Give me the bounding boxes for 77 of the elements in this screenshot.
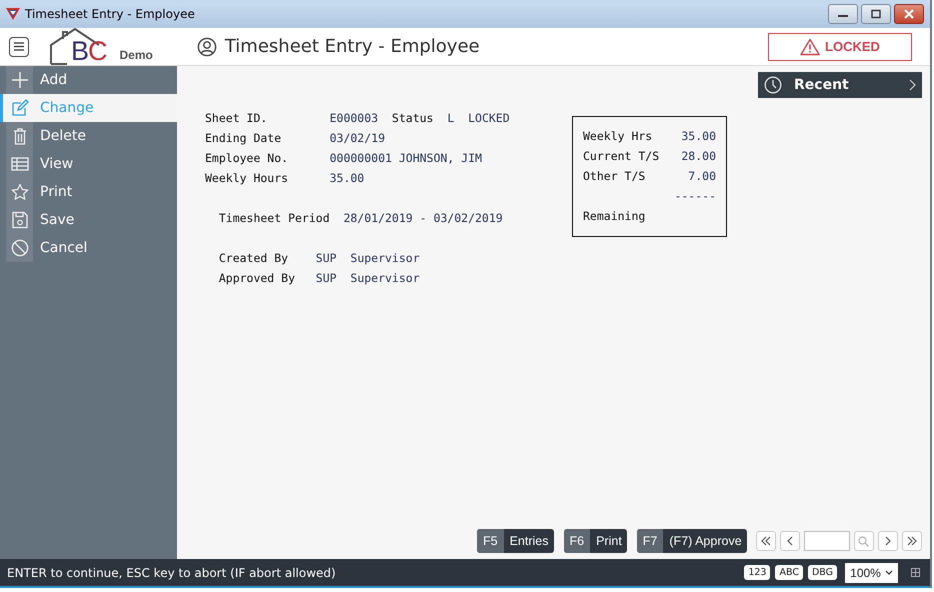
- summary-value: ------: [674, 189, 716, 203]
- sidebar-item[interactable]: Save: [3, 206, 177, 234]
- edit-icon: [10, 99, 28, 117]
- close-button[interactable]: [894, 4, 924, 24]
- mode-toggle[interactable]: ABC: [775, 565, 803, 580]
- user-icon: [196, 36, 217, 56]
- chevron-left-icon: [786, 536, 794, 546]
- sidebar-item[interactable]: Delete: [3, 122, 177, 150]
- summary-label: Other T/S: [583, 169, 646, 183]
- grid-icon[interactable]: [911, 568, 920, 577]
- summary-label: Current T/S: [583, 149, 660, 163]
- maximize-icon: [870, 9, 882, 19]
- window-title: Timesheet Entry - Employee: [25, 7, 195, 21]
- chevron-right-icon: [884, 536, 892, 546]
- logo-caption: Demo: [120, 48, 153, 62]
- summary-value: 7.00: [688, 169, 716, 183]
- zoom-dropdown[interactable]: 100%: [845, 562, 898, 582]
- star-icon: [10, 183, 28, 201]
- field-value: L: [447, 111, 454, 125]
- summary-label: Remaining: [583, 209, 646, 223]
- previous-page-button[interactable]: [780, 531, 800, 551]
- field-value: 35.00: [330, 171, 364, 185]
- field-value: Supervisor: [350, 271, 420, 285]
- next-page-button[interactable]: [878, 531, 898, 551]
- sidebar-item[interactable]: Print: [3, 178, 177, 206]
- chevron-down-icon: [884, 570, 893, 576]
- sidebar-item[interactable]: View: [3, 150, 177, 178]
- summary-label: Weekly Hrs: [583, 129, 652, 143]
- field-value: E000003: [330, 111, 378, 125]
- summary-value: 35.00: [681, 129, 716, 143]
- mode-toggle[interactable]: DBG: [808, 565, 837, 580]
- app-logo-icon: [6, 7, 20, 21]
- minimize-button[interactable]: [828, 4, 858, 24]
- field-label: Employee No.: [205, 151, 290, 165]
- page-title: Timesheet Entry - Employee: [224, 36, 480, 57]
- mode-toggle[interactable]: 123: [744, 565, 770, 580]
- status-badge: LOCKED: [768, 32, 912, 60]
- table-icon: [10, 155, 28, 173]
- field-value: 000000001 JOHNSON, JIM: [330, 151, 482, 165]
- double-chevron-right-icon: [906, 536, 917, 546]
- maximize-button[interactable]: [861, 4, 891, 24]
- summary-value: 28.00: [681, 149, 716, 163]
- sidebar-item[interactable]: Cancel: [3, 234, 177, 262]
- field-label: Sheet ID.: [205, 111, 268, 125]
- field-value: SUP: [316, 271, 337, 285]
- recent-button[interactable]: Recent: [758, 72, 922, 98]
- save-icon: [10, 211, 28, 229]
- field-label: Approved By: [218, 271, 296, 285]
- function-key-button[interactable]: F7 (F7) Approve: [636, 529, 747, 553]
- logo-text: BC: [71, 36, 107, 64]
- menu-button[interactable]: [9, 36, 29, 56]
- field-value: 03/02/19: [330, 131, 385, 145]
- last-page-button[interactable]: [902, 531, 922, 551]
- clock-icon: [764, 76, 782, 94]
- chevron-right-icon: [909, 79, 916, 91]
- cancel-icon: [10, 239, 28, 257]
- function-key-button[interactable]: F5 Entries: [477, 529, 554, 553]
- page-input-field[interactable]: [804, 531, 850, 551]
- field-value: LOCKED: [468, 111, 510, 125]
- field-value: SUP: [316, 251, 337, 265]
- first-page-button[interactable]: [756, 531, 776, 551]
- sidebar-item[interactable]: Add: [3, 66, 177, 94]
- field-value: 28/01/2019 - 03/02/2019: [343, 211, 503, 225]
- warning-icon: [800, 38, 820, 56]
- field-label: Created By: [218, 251, 290, 265]
- field-label: Ending Date: [205, 131, 282, 145]
- function-key-button[interactable]: F6 Print: [564, 529, 627, 553]
- menu-icon: [14, 42, 24, 51]
- status-message: ENTER to continue, ESC key to abort (IF abort allowed): [7, 566, 336, 580]
- field-label: Weekly Hours: [205, 171, 290, 185]
- plus-icon: [10, 71, 28, 89]
- field-label: Status: [392, 111, 434, 125]
- field-value: Supervisor: [350, 251, 420, 265]
- search-icon: [858, 536, 870, 546]
- field-label: Timesheet Period: [218, 211, 330, 225]
- close-icon: [903, 9, 915, 19]
- double-chevron-left-icon: [760, 536, 771, 546]
